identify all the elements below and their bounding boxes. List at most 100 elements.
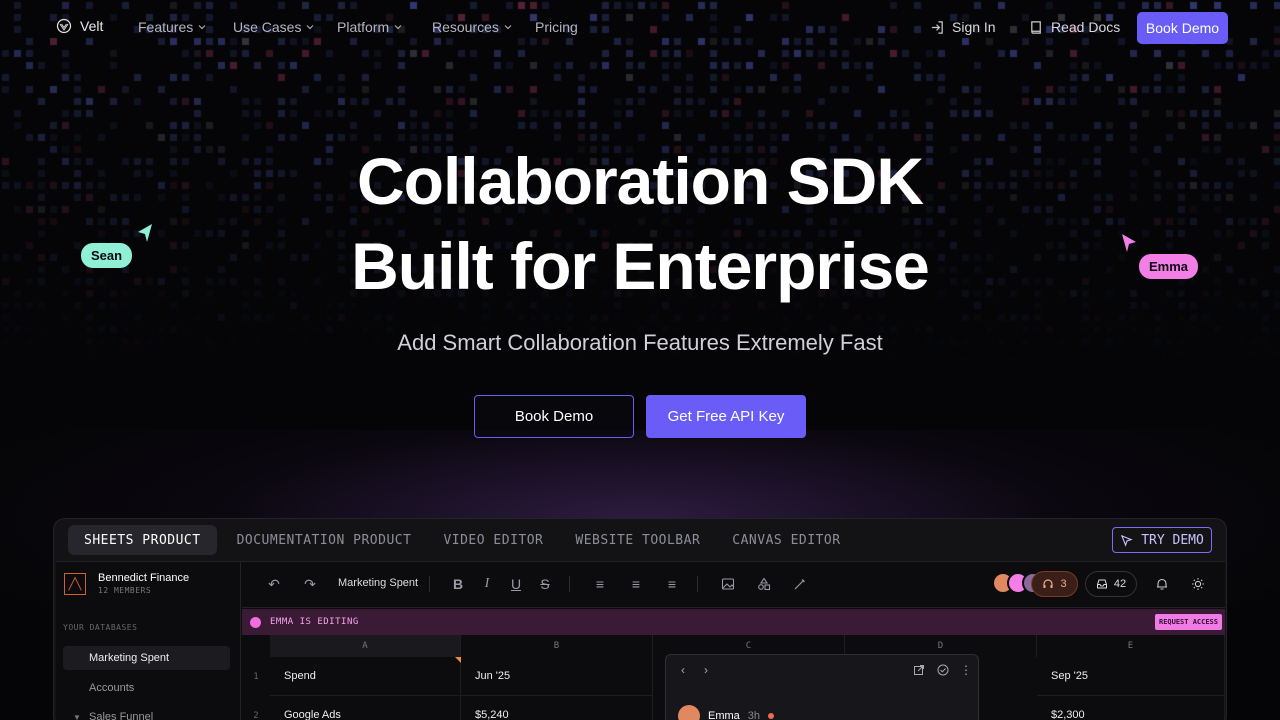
logo[interactable]: Velt: [56, 18, 103, 34]
inbox-button[interactable]: 42: [1085, 571, 1137, 597]
column-header[interactable]: B: [461, 635, 653, 657]
bell-icon[interactable]: [1154, 576, 1170, 592]
undo-icon[interactable]: ↶: [266, 576, 282, 592]
sheets-toolbar: ↶ ↷ Marketing Spent B I U S ≡ ≡ ≡ 3 42: [242, 562, 1225, 608]
table-cell[interactable]: $5,240: [461, 696, 653, 720]
workspace-name: Bennedict Finance: [98, 572, 190, 584]
bold-icon[interactable]: B: [450, 576, 466, 592]
book-demo-nav-button[interactable]: Book Demo: [1137, 12, 1228, 44]
italic-icon[interactable]: I: [479, 576, 495, 592]
share-icon[interactable]: [912, 663, 926, 677]
unread-dot: [768, 713, 775, 719]
huddle-button[interactable]: 3: [1031, 571, 1078, 597]
align-right-icon[interactable]: ≡: [664, 576, 680, 592]
more-options-icon[interactable]: ⋮: [959, 663, 973, 677]
toolbar-divider: [429, 576, 430, 592]
sidebar-item-marketing-spent[interactable]: Marketing Spent: [63, 646, 230, 670]
column-header[interactable]: E: [1037, 635, 1225, 657]
hero-title-line2: Built for Enterprise: [351, 229, 930, 303]
comment-author-name: Emma: [708, 710, 740, 720]
sheets-app: Bennedict Finance 12 MEMBERS YOUR DATABA…: [56, 561, 1225, 720]
sign-in-icon: [931, 20, 943, 34]
nav-features[interactable]: Features: [138, 19, 207, 35]
chevron-down-icon: [307, 25, 314, 30]
comment-timestamp: 3h: [747, 710, 761, 720]
comment-marker-icon[interactable]: [455, 657, 461, 663]
editing-banner: EMMA IS EDITING REQUEST ACCESS: [242, 609, 1225, 635]
inbox-count: 42: [1113, 578, 1127, 590]
table-cell[interactable]: Spend: [270, 657, 461, 696]
comment-popover: ‹ › ⋮ Emma 3h: [665, 654, 979, 720]
sign-in-link[interactable]: Sign In: [930, 19, 996, 35]
table-cell[interactable]: Sep '25: [1037, 657, 1225, 696]
request-access-button[interactable]: REQUEST ACCESS: [1154, 614, 1222, 630]
inbox-icon: [1096, 579, 1107, 589]
nav-resources-label: Resources: [432, 19, 499, 35]
cursor-arrow-icon: [1122, 234, 1136, 252]
top-navigation: Velt Features Use Cases Platform Resourc…: [0, 0, 1280, 56]
tab-canvas-editor[interactable]: CANVAS EDITOR: [716, 525, 856, 555]
image-icon[interactable]: [720, 576, 736, 592]
chevron-left-icon[interactable]: ‹: [676, 663, 690, 677]
editing-banner-text: EMMA IS EDITING: [270, 617, 359, 627]
cursor-label-emma: Emma: [1139, 254, 1199, 279]
velt-logo-icon: [56, 18, 72, 34]
redo-icon[interactable]: ↷: [302, 576, 318, 592]
comment-author: Emma 3h: [678, 705, 775, 720]
nav-platform[interactable]: Platform: [337, 19, 403, 35]
nav-platform-label: Platform: [337, 19, 390, 35]
try-demo-button[interactable]: TRY DEMO: [1112, 527, 1212, 553]
align-center-icon[interactable]: ≡: [628, 576, 644, 592]
align-left-icon[interactable]: ≡: [592, 576, 608, 592]
workspace-header[interactable]: Bennedict Finance 12 MEMBERS: [64, 572, 189, 595]
chevron-down-icon: [504, 25, 512, 30]
logo-text: Velt: [80, 18, 104, 34]
product-demo-panel: SHEETS PRODUCT DOCUMENTATION PRODUCT VID…: [53, 518, 1227, 720]
strikethrough-icon[interactable]: S: [537, 576, 553, 592]
workspace-logo-icon: [64, 572, 86, 595]
nav-use-cases[interactable]: Use Cases: [233, 19, 315, 35]
table-cell[interactable]: Jun '25: [461, 657, 653, 696]
nav-pricing[interactable]: Pricing: [535, 19, 578, 35]
toolbar-divider: [697, 576, 698, 592]
pointer-icon: [1121, 534, 1133, 547]
tab-documentation-product[interactable]: DOCUMENTATION PRODUCT: [221, 525, 428, 555]
row-number: 2: [253, 710, 259, 720]
hero-title-line1: Collaboration SDK: [356, 144, 924, 218]
book-icon: [1031, 20, 1041, 34]
toolbar-divider: [569, 576, 570, 592]
chevron-right-icon[interactable]: ›: [699, 663, 713, 677]
table-cell[interactable]: Google Ads: [270, 696, 461, 720]
workspace-members: 12 MEMBERS: [98, 586, 152, 595]
resolve-check-icon[interactable]: [936, 663, 950, 677]
huddle-count: 3: [1060, 578, 1067, 590]
tab-website-toolbar[interactable]: WEBSITE TOOLBAR: [559, 525, 716, 555]
tab-sheets-product[interactable]: SHEETS PRODUCT: [68, 525, 217, 555]
shapes-icon[interactable]: [756, 576, 772, 592]
headphones-icon: [1043, 579, 1054, 588]
sidebar-item-sales-funnel[interactable]: ▼ Sales Funnel: [63, 705, 230, 720]
draw-icon[interactable]: [792, 576, 808, 592]
tab-video-editor[interactable]: VIDEO EDITOR: [427, 525, 559, 555]
sidebar-item-sales-funnel-label: Sales Funnel: [89, 711, 154, 720]
row-number: 1: [253, 671, 259, 682]
hero-subtitle: Add Smart Collaboration Features Extreme…: [397, 330, 883, 355]
column-header[interactable]: A: [270, 635, 461, 657]
sidebar-item-accounts[interactable]: Accounts: [63, 676, 230, 700]
nav-pricing-label: Pricing: [535, 19, 578, 35]
nav-features-label: Features: [138, 19, 194, 35]
get-api-key-button[interactable]: Get Free API Key: [646, 395, 806, 438]
editor-presence-dot: [250, 617, 261, 628]
sidebar-section-title: YOUR DATABASES: [63, 623, 138, 632]
cursor-arrow-icon: [138, 224, 152, 242]
sheets-sidebar: Bennedict Finance 12 MEMBERS YOUR DATABA…: [56, 562, 241, 720]
book-demo-button[interactable]: Book Demo: [474, 395, 634, 438]
nav-resources[interactable]: Resources: [432, 19, 513, 35]
underline-icon[interactable]: U: [508, 576, 524, 592]
document-name: Marketing Spent: [338, 577, 419, 589]
read-docs-link[interactable]: Read Docs: [1029, 19, 1120, 35]
table-cell[interactable]: $2,300: [1037, 696, 1225, 720]
read-docs-label: Read Docs: [1051, 19, 1121, 35]
sun-icon[interactable]: [1190, 576, 1206, 592]
try-demo-label: TRY DEMO: [1141, 532, 1204, 548]
